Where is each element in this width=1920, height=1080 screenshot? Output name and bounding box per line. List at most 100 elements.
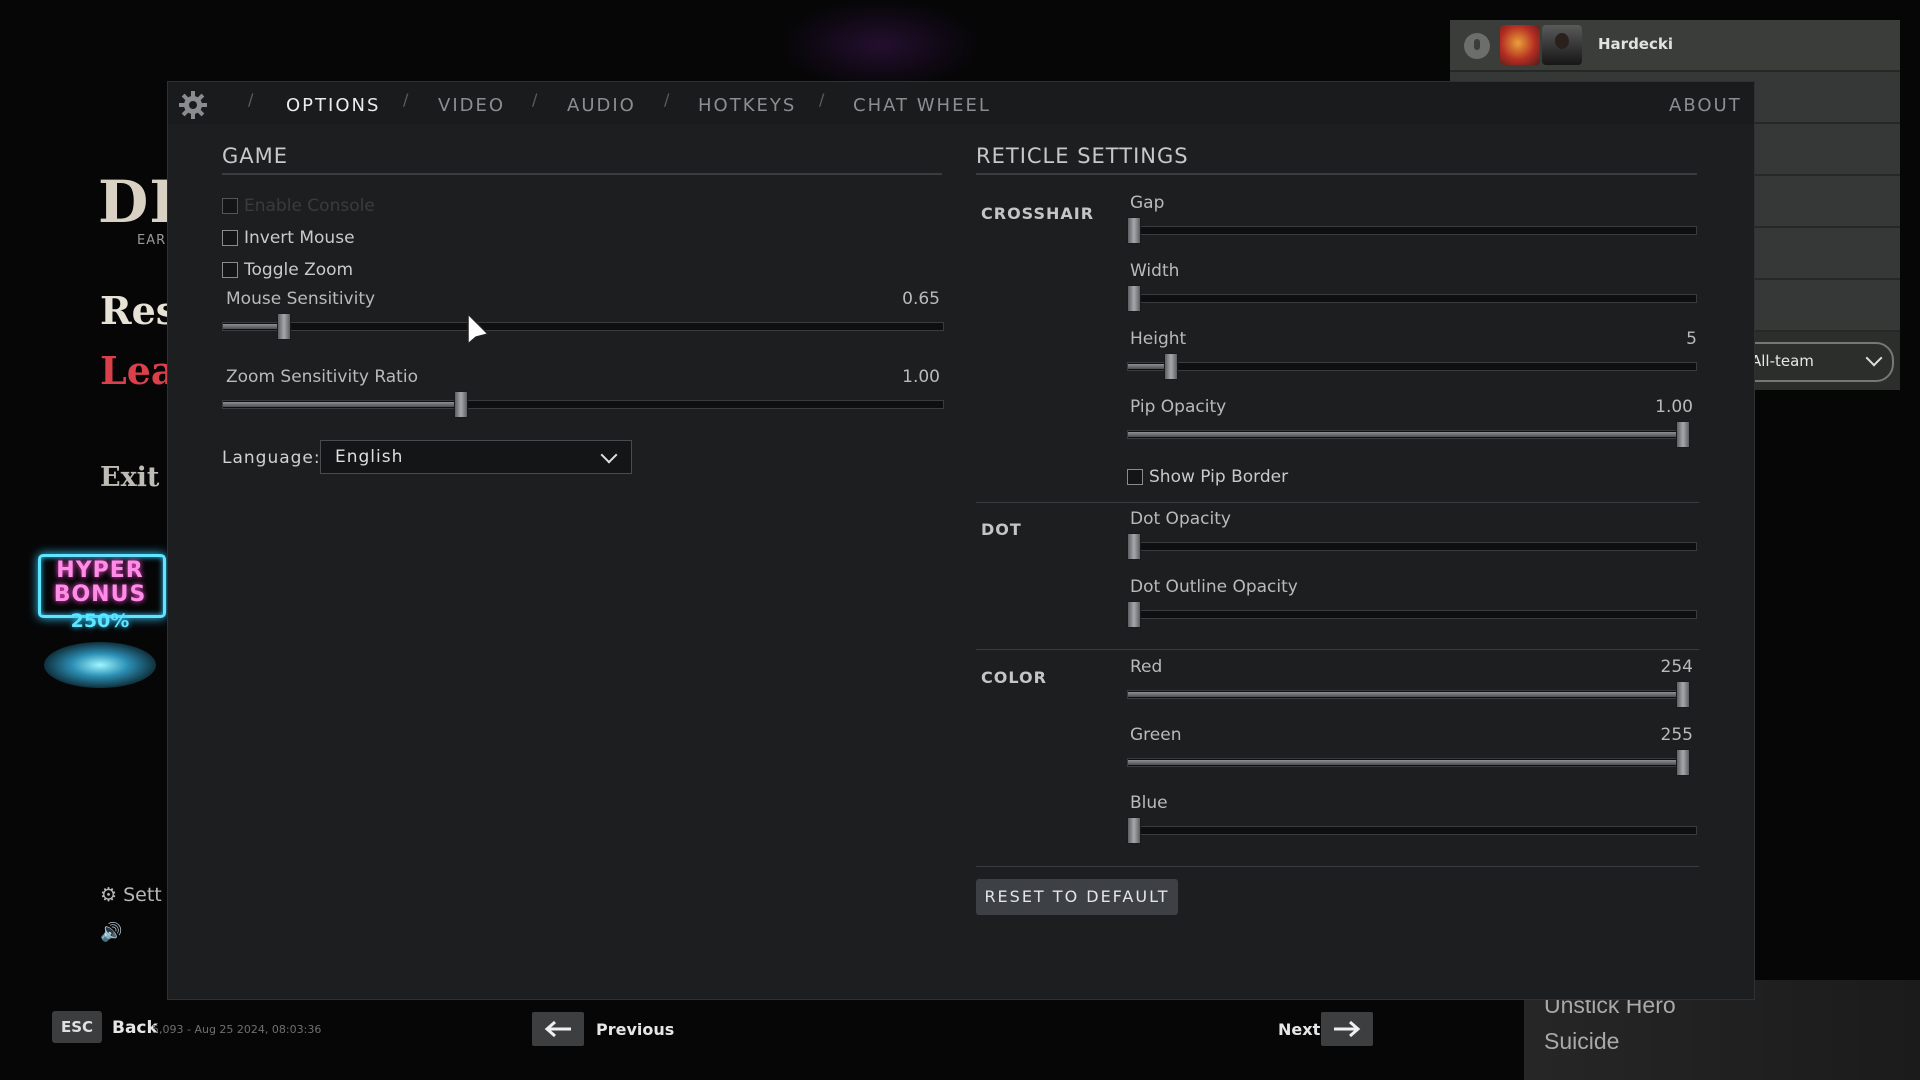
back-button[interactable]: Back — [112, 1018, 158, 1038]
chevron-down-icon — [600, 446, 618, 464]
slider-handle[interactable] — [453, 391, 468, 418]
tab-chat-wheel[interactable]: CHAT WHEEL — [853, 95, 991, 116]
previous-label[interactable]: Previous — [596, 1020, 674, 1039]
slider-handle[interactable] — [277, 313, 292, 340]
mouse-cursor-icon — [467, 312, 490, 346]
checkbox-label: Invert Mouse — [244, 228, 355, 248]
background-glow — [780, 0, 980, 90]
tab-video[interactable]: VIDEO — [438, 95, 505, 116]
language-dropdown[interactable]: English — [320, 440, 632, 474]
tab-about[interactable]: ABOUT — [1669, 95, 1742, 116]
mouse-sensitivity-slider[interactable] — [222, 313, 944, 340]
esc-key-badge[interactable]: ESC — [52, 1011, 102, 1043]
dot-opacity-slider[interactable] — [1127, 533, 1697, 560]
dot-outline-opacity-slider[interactable] — [1127, 601, 1697, 628]
crosshair-group-label: CROSSHAIR — [981, 204, 1095, 223]
slider-handle[interactable] — [1127, 601, 1141, 628]
bonus-line-1: HYPER — [56, 558, 144, 583]
width-slider[interactable] — [1127, 285, 1697, 312]
slider-handle[interactable] — [1127, 217, 1141, 244]
reticle-section-title: RETICLE SETTINGS — [976, 144, 1189, 168]
mouse-sensitivity-label: Mouse Sensitivity — [226, 289, 376, 309]
color-group-label: COLOR — [981, 668, 1047, 687]
language-value: English — [335, 447, 404, 467]
microphone-icon[interactable] — [1464, 33, 1490, 59]
dot-group-label: DOT — [981, 520, 1022, 539]
game-section-title: GAME — [222, 144, 289, 168]
gear-icon: ⚙ — [100, 884, 118, 906]
menu-item-suicide[interactable]: Suicide — [1544, 1028, 1619, 1055]
previous-button[interactable] — [532, 1012, 584, 1046]
pip-opacity-value: 1.00 — [1655, 397, 1693, 417]
slider-handle[interactable] — [1676, 421, 1690, 448]
slider-handle[interactable] — [1127, 285, 1141, 312]
group-divider — [976, 649, 1699, 650]
gap-slider[interactable] — [1127, 217, 1697, 244]
settings-link[interactable]: ⚙ Sett — [100, 884, 162, 906]
tab-separator: / — [248, 90, 254, 109]
checkbox-label: Toggle Zoom — [244, 260, 354, 280]
gear-icon[interactable] — [176, 88, 210, 122]
slider-handle[interactable] — [1676, 749, 1690, 776]
blue-slider[interactable] — [1127, 817, 1697, 844]
red-slider[interactable] — [1127, 681, 1690, 708]
tab-hotkeys[interactable]: HOTKEYS — [698, 95, 796, 116]
red-value: 254 — [1660, 657, 1693, 677]
dot-opacity-label: Dot Opacity — [1130, 509, 1231, 529]
section-divider — [222, 173, 942, 175]
red-label: Red — [1130, 657, 1163, 677]
slider-handle[interactable] — [1127, 817, 1141, 844]
blue-label: Blue — [1130, 793, 1168, 813]
checkbox-box[interactable] — [1127, 469, 1143, 485]
arrow-right-icon — [1334, 1020, 1361, 1038]
next-button[interactable] — [1321, 1012, 1373, 1046]
green-slider[interactable] — [1127, 749, 1690, 776]
next-label[interactable]: Next — [1278, 1020, 1320, 1039]
group-divider — [976, 866, 1699, 867]
checkbox-box[interactable] — [222, 230, 238, 246]
player-avatar — [1542, 25, 1582, 65]
checkbox-box[interactable] — [222, 262, 238, 278]
tab-separator: / — [532, 90, 538, 109]
checkbox-label: Show Pip Border — [1149, 467, 1289, 487]
slider-fill — [1128, 760, 1683, 765]
tab-options[interactable]: OPTIONS — [286, 95, 380, 116]
green-value: 255 — [1660, 725, 1693, 745]
game-logo-subtitle: EAR — [137, 233, 167, 248]
tab-bar: / OPTIONS / VIDEO / AUDIO / HOTKEYS / CH… — [168, 82, 1754, 124]
bonus-percent: 250% — [70, 610, 130, 632]
speaker-icon[interactable]: 🔊 — [100, 922, 122, 943]
arrow-left-icon — [544, 1020, 571, 1038]
hyper-bonus-badge: HYPER BONUS 250% — [36, 552, 166, 702]
bonus-pedestal — [44, 642, 156, 688]
zoom-sensitivity-slider[interactable] — [222, 391, 944, 418]
chat-mode-dropdown[interactable]: All-team — [1735, 342, 1894, 382]
chevron-down-icon — [1865, 349, 1883, 367]
player-name: Hardecki — [1598, 35, 1673, 53]
slider-handle[interactable] — [1127, 533, 1141, 560]
checkbox-label: Enable Console — [244, 196, 375, 216]
reset-to-default-button[interactable]: RESET TO DEFAULT — [976, 879, 1178, 915]
height-slider[interactable] — [1127, 353, 1697, 380]
mouse-sensitivity-value: 0.65 — [902, 289, 940, 309]
chat-mode-value: All-team — [1751, 352, 1814, 370]
dot-outline-opacity-label: Dot Outline Opacity — [1130, 577, 1298, 597]
group-divider — [976, 502, 1699, 503]
zoom-sensitivity-value: 1.00 — [902, 367, 940, 387]
height-label: Height — [1130, 329, 1187, 349]
settings-link-label: Sett — [123, 884, 162, 906]
slider-fill — [223, 402, 461, 407]
tab-audio[interactable]: AUDIO — [567, 95, 636, 116]
build-info: 5,093 - Aug 25 2024, 08:03:36 — [152, 1023, 322, 1036]
height-value: 5 — [1686, 329, 1697, 349]
gap-label: Gap — [1130, 193, 1165, 213]
tab-separator: / — [403, 90, 409, 109]
bonus-line-2: BONUS — [53, 582, 147, 607]
slider-handle[interactable] — [1163, 353, 1178, 380]
slider-handle[interactable] — [1676, 681, 1690, 708]
options-dialog: / OPTIONS / VIDEO / AUDIO / HOTKEYS / CH… — [167, 81, 1755, 1000]
pip-opacity-slider[interactable] — [1127, 421, 1690, 448]
team-row[interactable]: Hardecki — [1450, 20, 1900, 72]
menu-item-resume[interactable]: Res — [100, 288, 177, 333]
width-label: Width — [1130, 261, 1180, 281]
